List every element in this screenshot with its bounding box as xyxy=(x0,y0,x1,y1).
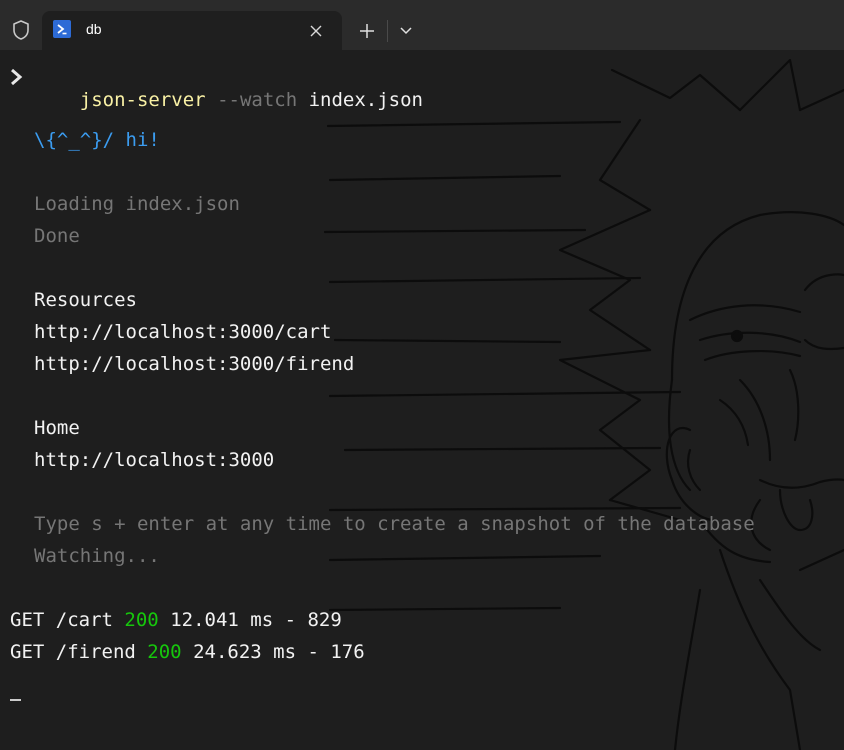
powershell-icon xyxy=(53,20,71,38)
title-bar: db xyxy=(0,0,844,50)
plus-icon xyxy=(360,24,374,38)
home-heading: Home xyxy=(34,417,80,439)
home-url: http://localhost:3000 xyxy=(34,449,275,471)
resources-heading: Resources xyxy=(34,289,137,311)
request-log-line: GET /cart 200 12.041 ms - 829 xyxy=(10,608,342,632)
text-cursor xyxy=(10,699,21,701)
prompt-chevron-icon xyxy=(11,68,23,86)
chevron-down-icon xyxy=(400,27,412,35)
request-timing: 24.623 ms - 176 xyxy=(193,641,365,663)
tab-dropdown-button[interactable] xyxy=(393,18,419,44)
request-timing: 12.041 ms - 829 xyxy=(170,609,342,631)
request-method-path: GET /firend xyxy=(10,641,136,663)
snapshot-hint: Type s + enter at any time to create a s… xyxy=(34,513,755,535)
request-status: 200 xyxy=(124,609,159,631)
loading-text: Loading index.json xyxy=(34,193,240,215)
command-line: json-server --watch index.json xyxy=(34,64,423,111)
tab-title: db xyxy=(86,21,102,37)
request-status: 200 xyxy=(147,641,182,663)
command-arg: index.json xyxy=(308,89,423,111)
terminal-pane[interactable]: json-server --watch index.json \{^_^}/ h… xyxy=(0,50,844,750)
toolbar-divider xyxy=(387,20,388,42)
resource-url: http://localhost:3000/cart xyxy=(34,321,332,343)
shield-icon[interactable] xyxy=(9,18,33,42)
done-text: Done xyxy=(34,225,80,247)
greeting: \{^_^}/ hi! xyxy=(34,129,160,151)
watching-text: Watching... xyxy=(34,545,160,567)
request-method-path: GET /cart xyxy=(10,609,113,631)
new-tab-button[interactable] xyxy=(353,18,381,44)
resource-url: http://localhost:3000/firend xyxy=(34,353,355,375)
command-program: json-server xyxy=(79,89,206,111)
close-icon[interactable] xyxy=(304,19,328,43)
command-flag: --watch xyxy=(217,89,298,111)
tab-db[interactable]: db xyxy=(42,11,342,50)
request-log-line: GET /firend 200 24.623 ms - 176 xyxy=(10,640,365,664)
